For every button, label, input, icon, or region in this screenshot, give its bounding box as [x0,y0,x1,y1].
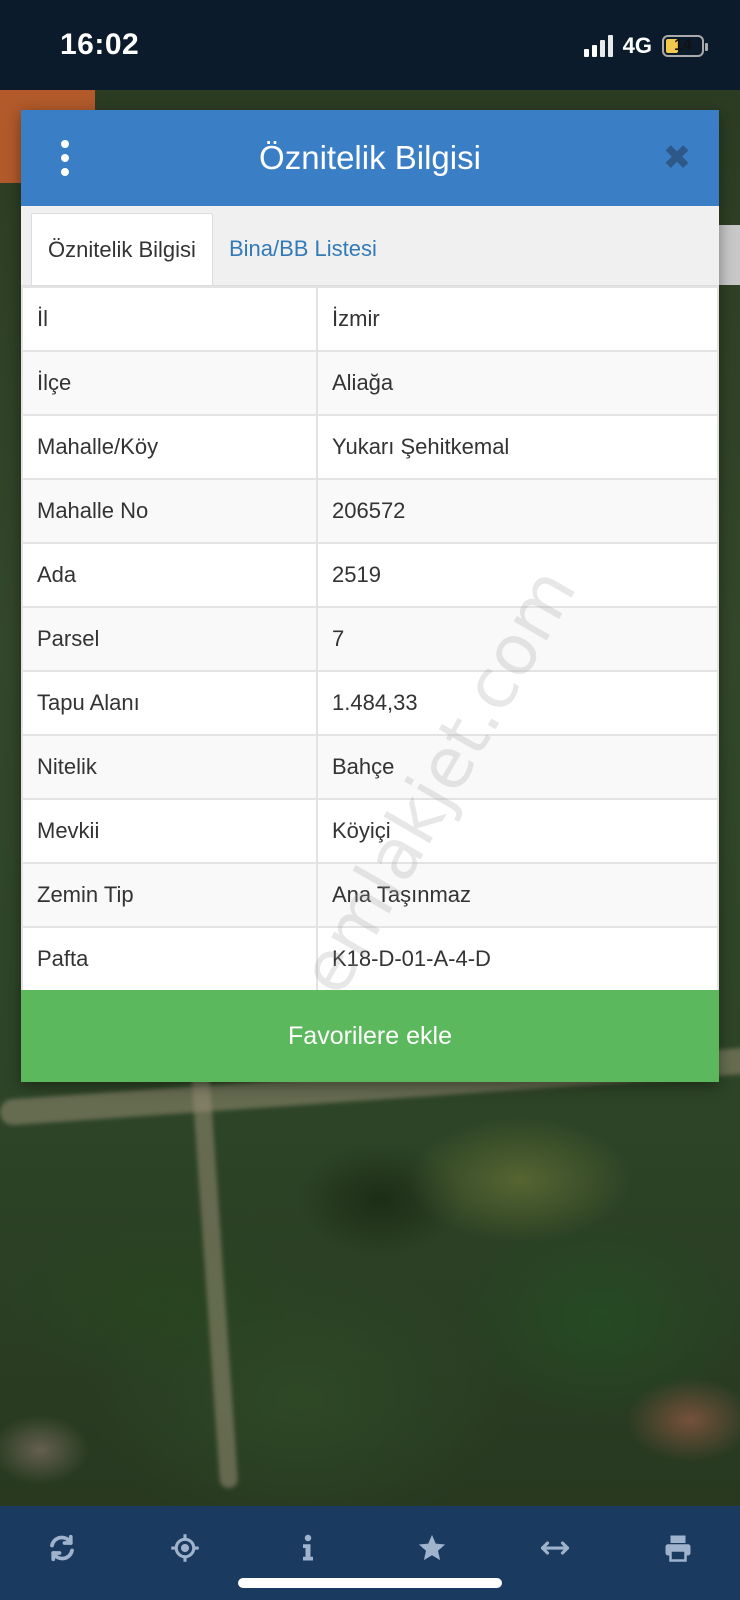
battery-level: 14 [674,37,692,54]
dialog-header: Öznitelik Bilgisi ✖ [21,110,719,206]
row-value: K18-D-01-A-4-D [316,926,719,992]
row-value: Yukarı Şehitkemal [316,414,719,480]
row-value: 2519 [316,542,719,608]
battery-icon: 14 [662,35,708,57]
table-row: İlçe Aliağa [21,350,719,416]
info-icon[interactable] [278,1528,338,1568]
status-indicators: 4G 14 [583,33,708,59]
add-to-favorites-button[interactable]: Favorilere ekle [21,990,719,1082]
home-indicator[interactable] [238,1578,502,1588]
row-key: İl [21,286,318,352]
row-value: Bahçe [316,734,719,800]
row-key: Mahalle/Köy [21,414,318,480]
refresh-icon[interactable] [32,1528,92,1568]
attribute-dialog: Öznitelik Bilgisi ✖ Öznitelik Bilgisi Bi… [21,110,719,1082]
row-value: 206572 [316,478,719,544]
tab-attribute-info[interactable]: Öznitelik Bilgisi [31,213,213,285]
table-row: Zemin Tip Ana Taşınmaz [21,862,719,928]
dialog-title: Öznitelik Bilgisi [259,139,481,176]
close-icon[interactable]: ✖ [659,140,695,176]
row-key: Pafta [21,926,318,992]
row-value: Ana Taşınmaz [316,862,719,928]
tab-bar: Öznitelik Bilgisi Bina/BB Listesi [21,206,719,286]
row-key: Mevkii [21,798,318,864]
map-feature [718,225,740,285]
row-value: 1.484,33 [316,670,719,736]
network-type: 4G [622,33,652,58]
table-row: Tapu Alanı 1.484,33 [21,670,719,736]
attribute-table: İl İzmir İlçe Aliağa Mahalle/Köy Yukarı … [21,286,719,992]
row-key: Mahalle No [21,478,318,544]
row-key: Zemin Tip [21,862,318,928]
row-key: Nitelik [21,734,318,800]
row-value: İzmir [316,286,719,352]
row-key: İlçe [21,350,318,416]
row-key: Ada [21,542,318,608]
row-value: Aliağa [316,350,719,416]
signal-icon [583,35,613,57]
tab-building-list[interactable]: Bina/BB Listesi [213,213,393,285]
table-row: Parsel 7 [21,606,719,672]
row-key: Tapu Alanı [21,670,318,736]
table-row: Mahalle No 206572 [21,478,719,544]
table-row: Mevkii Köyiçi [21,798,719,864]
table-row: Nitelik Bahçe [21,734,719,800]
star-icon[interactable] [402,1528,462,1568]
table-row: Pafta K18-D-01-A-4-D [21,926,719,992]
row-value: Köyiçi [316,798,719,864]
status-bar: 16:02 4G 14 [0,0,740,90]
print-icon[interactable] [648,1528,708,1568]
measure-icon[interactable] [525,1528,585,1568]
table-row: Mahalle/Köy Yukarı Şehitkemal [21,414,719,480]
table-row: Ada 2519 [21,542,719,608]
locate-icon[interactable] [155,1528,215,1568]
table-row: İl İzmir [21,286,719,352]
row-value: 7 [316,606,719,672]
status-time: 16:02 [60,28,140,61]
row-key: Parsel [21,606,318,672]
